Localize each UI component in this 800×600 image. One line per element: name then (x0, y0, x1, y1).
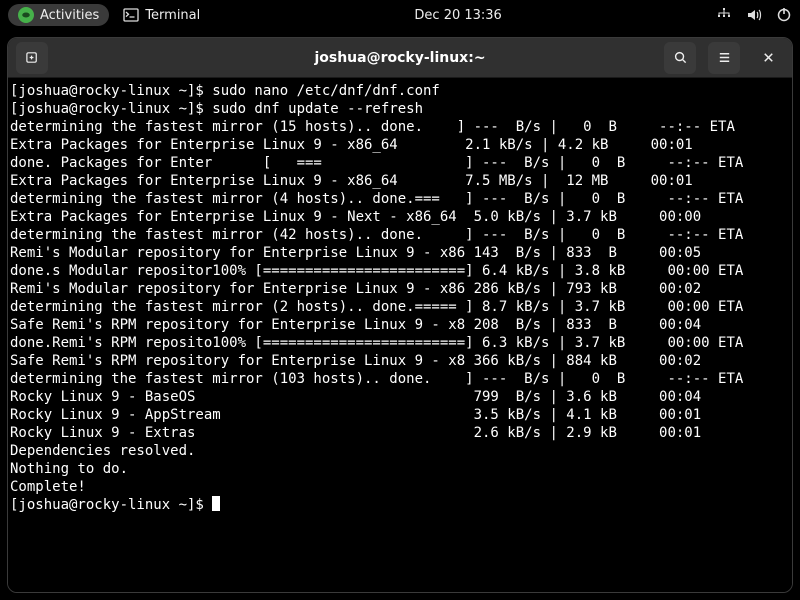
terminal-body[interactable]: [joshua@rocky-linux ~]$ sudo nano /etc/d… (8, 78, 792, 592)
topbar-center: Dec 20 13:36 (414, 8, 501, 23)
topbar-left: Activities Terminal (8, 4, 200, 26)
topbar-right (716, 7, 792, 23)
menu-button[interactable] (708, 42, 740, 74)
search-icon (673, 50, 688, 65)
network-icon[interactable] (716, 7, 732, 23)
volume-icon[interactable] (746, 7, 762, 23)
new-tab-button[interactable] (16, 42, 48, 74)
terminal-window: joshua@rocky-linux:~ [joshua@rocky-linux… (7, 37, 793, 593)
terminal-icon (123, 7, 139, 23)
hamburger-icon (717, 50, 732, 65)
prompt: [joshua@rocky-linux ~]$ (10, 497, 212, 513)
app-indicator-label: Terminal (145, 8, 200, 23)
app-indicator[interactable]: Terminal (123, 7, 200, 23)
cursor (212, 496, 220, 511)
close-icon (761, 50, 776, 65)
power-icon[interactable] (776, 7, 792, 23)
new-tab-icon (25, 50, 40, 65)
activities-dot-icon (18, 7, 34, 23)
activities-label: Activities (40, 8, 99, 23)
clock[interactable]: Dec 20 13:36 (414, 8, 501, 23)
search-button[interactable] (664, 42, 696, 74)
activities-button[interactable]: Activities (8, 4, 109, 26)
titlebar: joshua@rocky-linux:~ (8, 38, 792, 78)
close-button[interactable] (752, 42, 784, 74)
gnome-topbar: Activities Terminal Dec 20 13:36 (0, 0, 800, 30)
